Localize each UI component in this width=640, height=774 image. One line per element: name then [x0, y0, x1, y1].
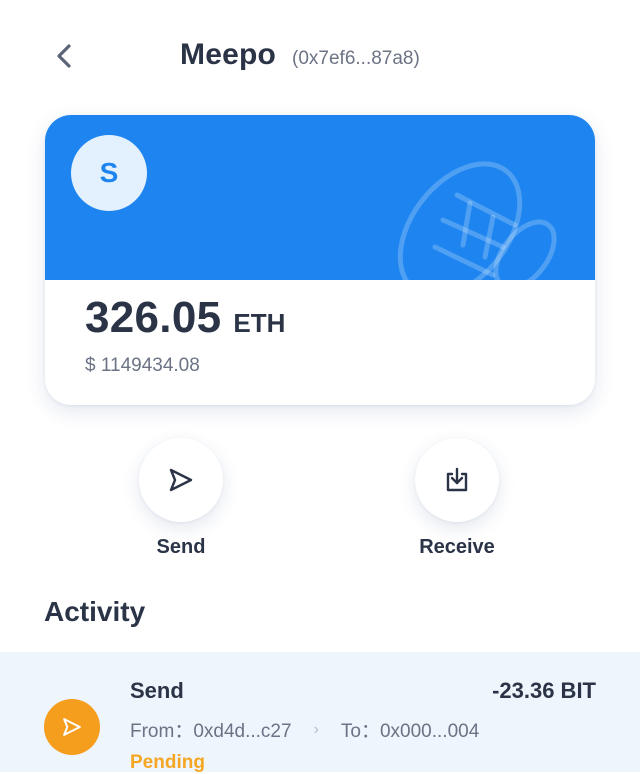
receive-button[interactable]: Receive — [397, 438, 517, 559]
wallet-card: S 326.05 ETH $ 1149434.08 — [45, 115, 595, 405]
activity-item[interactable]: Send -23.36 BIT From：0xd4d...c27 › To：0x… — [0, 652, 640, 773]
tx-status: Pending — [130, 752, 205, 773]
fiat-balance: $ 1149434.08 — [85, 355, 200, 376]
tx-type: Send — [130, 678, 184, 703]
tx-from: From：0xd4d...c27 — [130, 721, 292, 742]
header: Meepo (0x7ef6...87a8) — [0, 0, 640, 110]
tx-send-icon-badge — [44, 699, 100, 755]
back-button[interactable] — [44, 36, 84, 76]
tx-route: From：0xd4d...c27 › To：0x000...004 — [130, 716, 479, 743]
tx-to: To：0x000...004 — [340, 721, 480, 742]
send-button[interactable]: Send — [121, 438, 241, 559]
chevron-left-icon — [57, 44, 71, 68]
chevron-right-icon: › — [313, 720, 319, 738]
send-label: Send — [156, 536, 206, 558]
receive-label: Receive — [419, 536, 495, 558]
paper-plane-icon — [169, 468, 193, 492]
wallet-address[interactable]: (0x7ef6...87a8) — [292, 48, 420, 70]
download-tray-icon — [446, 467, 468, 492]
activity-heading: Activity — [44, 596, 146, 627]
balance-amount: 326.05 — [85, 293, 222, 342]
send-button-circle[interactable] — [139, 438, 223, 522]
paper-plane-icon — [63, 718, 81, 736]
tx-amount: -23.36 BIT — [492, 678, 596, 703]
receive-button-circle[interactable] — [415, 438, 499, 522]
card-header: S — [45, 115, 595, 299]
avatar: S — [71, 135, 147, 211]
wallet-name: Meepo — [180, 38, 277, 71]
balance-unit: ETH — [233, 308, 286, 338]
satellite-decoration-icon — [397, 161, 557, 299]
title-group: Meepo (0x7ef6...87a8) — [180, 38, 420, 72]
balance-row: 326.05 ETH — [85, 293, 285, 343]
